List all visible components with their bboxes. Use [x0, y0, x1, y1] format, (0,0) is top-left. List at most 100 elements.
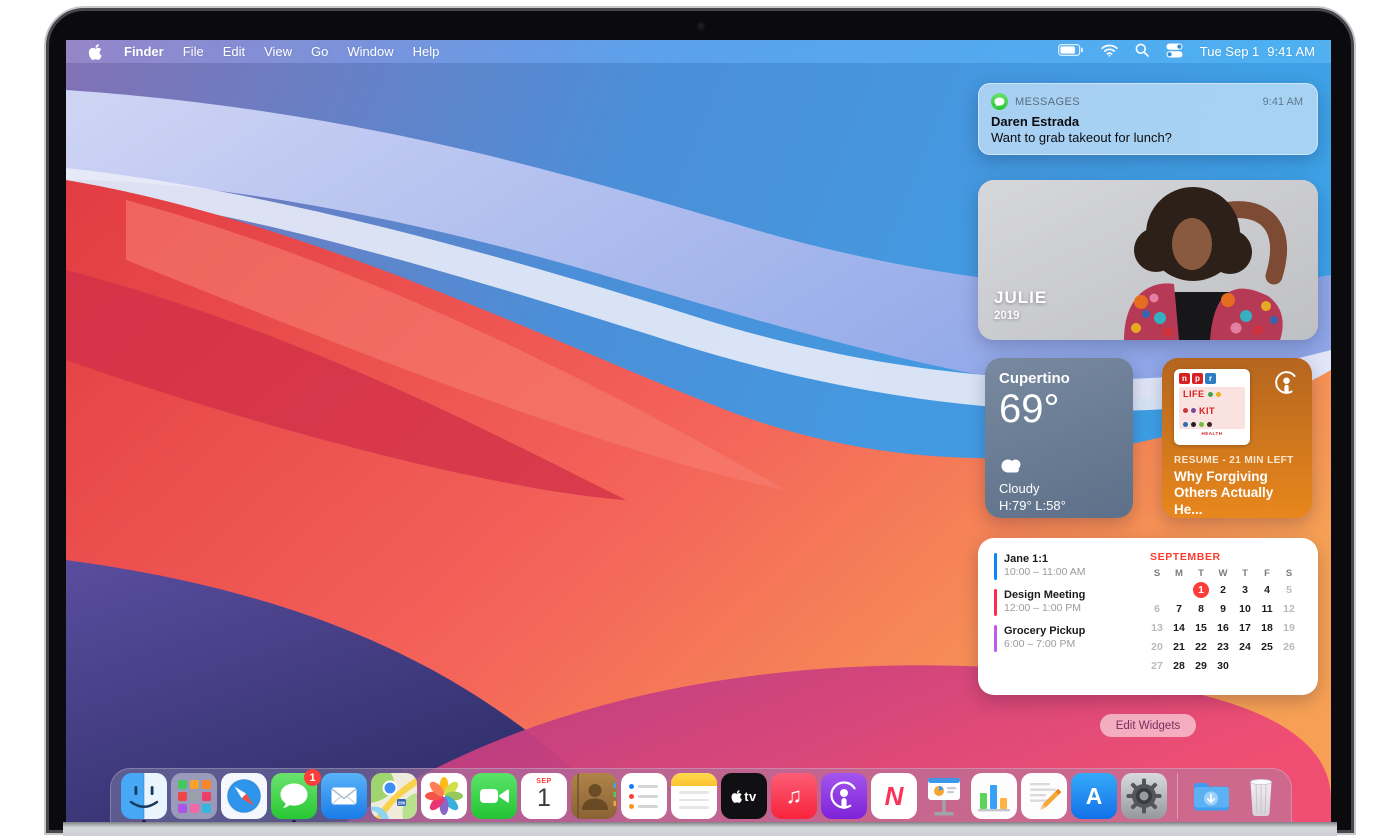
dock-messages[interactable]: 1: [271, 773, 317, 819]
laptop-frame: Finder File Edit View Go Window Help: [46, 8, 1354, 833]
dock-launchpad[interactable]: [171, 773, 217, 819]
calendar-date[interactable]: 18: [1259, 620, 1275, 636]
album-word: LIFE: [1183, 389, 1205, 399]
calendar-event[interactable]: Design Meeting12:00 – 1:00 PM: [994, 589, 1146, 616]
calendar-day-header: S: [1286, 568, 1292, 579]
event-time: 10:00 – 11:00 AM: [1004, 566, 1086, 578]
calendar-date[interactable]: 25: [1259, 639, 1275, 655]
event-title: Grocery Pickup: [1004, 625, 1085, 637]
messages-app-icon: [991, 93, 1008, 110]
calendar-date: [1281, 658, 1297, 674]
podcasts-widget[interactable]: n p r LIFE KIT: [1162, 358, 1312, 518]
calendar-date[interactable]: 23: [1215, 639, 1231, 655]
calendar-date[interactable]: 27: [1149, 658, 1165, 674]
calendar-date[interactable]: 4: [1259, 582, 1275, 598]
calendar-date: [1171, 582, 1187, 598]
calendar-today[interactable]: 1: [1193, 582, 1209, 598]
dock-trash[interactable]: [1238, 773, 1284, 819]
calendar-date[interactable]: 9: [1215, 601, 1231, 617]
calendar-month-label: SEPTEMBER: [1150, 551, 1304, 563]
control-center-icon[interactable]: [1166, 43, 1183, 61]
spotlight-search-icon[interactable]: [1135, 43, 1149, 60]
menu-item-edit[interactable]: Edit: [223, 44, 245, 59]
calendar-date[interactable]: 2: [1215, 582, 1231, 598]
dock-news[interactable]: N: [871, 773, 917, 819]
notification-message: Want to grab takeout for lunch?: [991, 130, 1303, 145]
menu-item-help[interactable]: Help: [413, 44, 440, 59]
calendar-date[interactable]: 15: [1193, 620, 1209, 636]
menu-item-view[interactable]: View: [264, 44, 292, 59]
dock-downloads-folder[interactable]: [1188, 773, 1234, 819]
event-color-bar: [994, 553, 997, 580]
notification-app-name: MESSAGES: [1015, 96, 1080, 108]
menu-items: Finder File Edit View Go Window Help: [121, 44, 439, 59]
dock-appstore[interactable]: A: [1071, 773, 1117, 819]
apple-menu-icon[interactable]: [88, 44, 102, 60]
dock-keynote[interactable]: [921, 773, 967, 819]
dock-contacts[interactable]: [571, 773, 617, 819]
calendar-grid: SMTWTFS123456789101112131415161718192021…: [1146, 568, 1304, 674]
dock-facetime[interactable]: [471, 773, 517, 819]
calendar-day-header: W: [1219, 568, 1228, 579]
dock-numbers[interactable]: [971, 773, 1017, 819]
calendar-date[interactable]: 24: [1237, 639, 1253, 655]
calendar-date[interactable]: 7: [1171, 601, 1187, 617]
running-indicator: [142, 820, 146, 822]
menu-item-go[interactable]: Go: [311, 44, 328, 59]
calendar-event[interactable]: Grocery Pickup6:00 – 7:00 PM: [994, 625, 1146, 652]
menu-clock[interactable]: Tue Sep 1 9:41 AM: [1200, 44, 1315, 59]
calendar-date[interactable]: 6: [1149, 601, 1165, 617]
calendar-date[interactable]: 19: [1281, 620, 1297, 636]
calendar-date: [1149, 582, 1165, 598]
dock-notes[interactable]: [671, 773, 717, 819]
dock-safari[interactable]: [221, 773, 267, 819]
photos-widget-year: 2019: [994, 310, 1047, 322]
calendar-date[interactable]: 10: [1237, 601, 1253, 617]
calendar-date[interactable]: 3: [1237, 582, 1253, 598]
calendar-date[interactable]: 16: [1215, 620, 1231, 636]
calendar-date[interactable]: 11: [1259, 601, 1275, 617]
wifi-icon[interactable]: [1101, 44, 1118, 60]
calendar-date[interactable]: 21: [1171, 639, 1187, 655]
weather-widget[interactable]: Cupertino 69° Cloudy H:79° L:58°: [985, 358, 1133, 518]
calendar-date[interactable]: 26: [1281, 639, 1297, 655]
calendar-date[interactable]: 12: [1281, 601, 1297, 617]
event-color-bar: [994, 589, 997, 616]
battery-icon[interactable]: [1058, 44, 1084, 59]
calendar-date[interactable]: 17: [1237, 620, 1253, 636]
dock-maps[interactable]: 280: [371, 773, 417, 819]
photos-widget[interactable]: JULIE 2019: [978, 180, 1318, 340]
calendar-event[interactable]: Jane 1:110:00 – 11:00 AM: [994, 553, 1146, 580]
calendar-date[interactable]: 28: [1171, 658, 1187, 674]
calendar-date[interactable]: 13: [1149, 620, 1165, 636]
npr-letter: n: [1179, 373, 1190, 384]
appstore-icon: A: [1086, 783, 1103, 810]
edit-widgets-button[interactable]: Edit Widgets: [1100, 714, 1196, 737]
messages-notification[interactable]: MESSAGES 9:41 AM Daren Estrada Want to g…: [978, 83, 1318, 155]
calendar-date[interactable]: 8: [1193, 601, 1209, 617]
dock-music[interactable]: ♫: [771, 773, 817, 819]
menu-item-file[interactable]: File: [183, 44, 204, 59]
calendar-date[interactable]: 30: [1215, 658, 1231, 674]
dock-pages[interactable]: [1021, 773, 1067, 819]
menu-item-window[interactable]: Window: [347, 44, 393, 59]
dock-finder[interactable]: [121, 773, 167, 819]
dock-system-preferences[interactable]: [1121, 773, 1167, 819]
dock-reminders[interactable]: [621, 773, 667, 819]
desktop: Finder File Edit View Go Window Help: [66, 40, 1331, 822]
svg-text:280: 280: [398, 800, 406, 805]
calendar-date[interactable]: 14: [1171, 620, 1187, 636]
menu-item-finder[interactable]: Finder: [124, 44, 164, 59]
dock-divider: [1177, 773, 1178, 819]
dock-podcasts[interactable]: [821, 773, 867, 819]
dock-tv[interactable]: tv: [721, 773, 767, 819]
calendar-date[interactable]: 5: [1281, 582, 1297, 598]
dock-photos[interactable]: [421, 773, 467, 819]
calendar-date[interactable]: 29: [1193, 658, 1209, 674]
podcast-status: RESUME - 21 MIN LEFT: [1174, 455, 1300, 466]
calendar-date[interactable]: 20: [1149, 639, 1165, 655]
calendar-date[interactable]: 22: [1193, 639, 1209, 655]
dock-calendar[interactable]: SEP 1: [521, 773, 567, 819]
calendar-widget[interactable]: Jane 1:110:00 – 11:00 AM Design Meeting12…: [978, 538, 1318, 695]
dock-mail[interactable]: [321, 773, 367, 819]
